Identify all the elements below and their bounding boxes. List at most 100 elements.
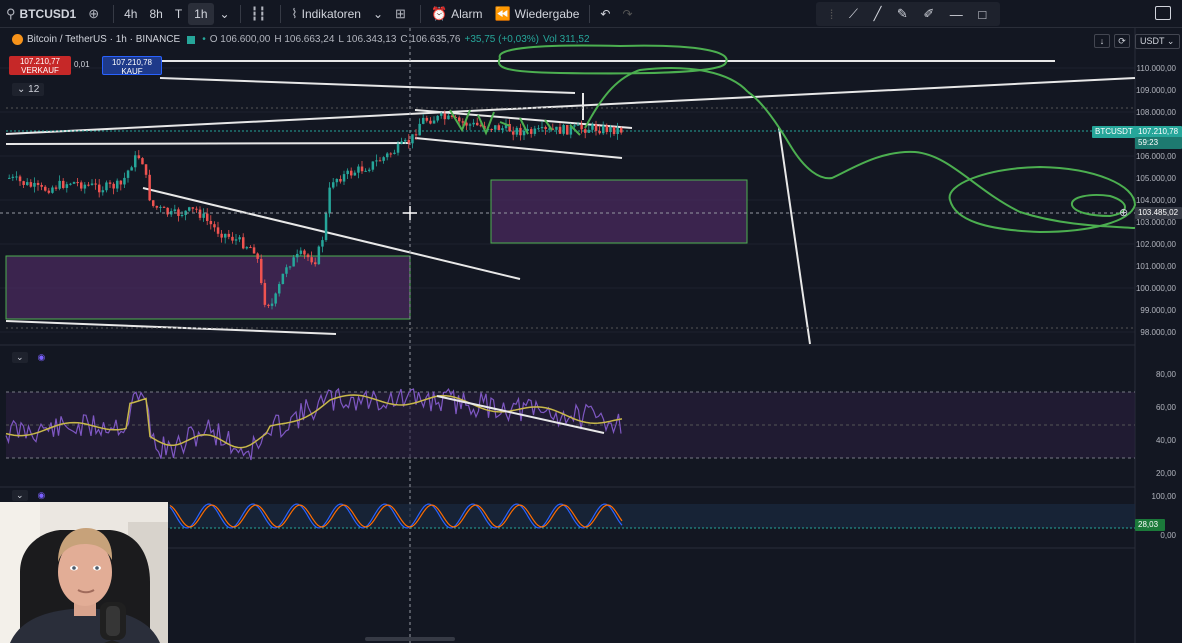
- candle-body: [87, 184, 90, 186]
- candle-body: [562, 125, 565, 134]
- highlighter-tool-icon[interactable]: ✐: [923, 6, 934, 22]
- flag-icon[interactable]: [187, 35, 196, 44]
- replay-button[interactable]: ⏪ Wiedergabe: [488, 0, 585, 28]
- candle-body: [231, 236, 234, 241]
- candle-body: [148, 174, 151, 201]
- interval-4h[interactable]: 4h: [118, 0, 143, 28]
- candle-body: [303, 250, 306, 255]
- indicator-eye-icon[interactable]: ◉: [38, 352, 46, 363]
- candle-body: [245, 247, 249, 249]
- rectangle-tool-icon[interactable]: □: [978, 7, 986, 22]
- candle-body: [191, 207, 195, 209]
- candle-body: [141, 158, 144, 165]
- candle-body: [173, 209, 177, 212]
- buy-price: 107.210,78: [111, 58, 153, 67]
- templates-button[interactable]: ⊞: [389, 0, 416, 28]
- redo-button[interactable]: ↷: [616, 0, 638, 28]
- buy-button[interactable]: 107.210,78 KAUF: [102, 56, 162, 76]
- candle-body: [461, 121, 465, 123]
- price-axis-label: 110.000,00: [1136, 64, 1176, 73]
- chevron-down-icon[interactable]: ⌄: [12, 490, 28, 501]
- price-axis-label: 105.000,00: [1135, 174, 1176, 183]
- candle-body: [386, 153, 389, 158]
- candle-body: [447, 115, 450, 120]
- interval-dropdown[interactable]: ⌄: [214, 0, 236, 28]
- bitcoin-icon: [12, 34, 23, 45]
- candle-body: [188, 207, 191, 211]
- indicators-icon: ⌇: [291, 5, 298, 21]
- interval-1h[interactable]: 1h: [188, 2, 214, 25]
- candle-body: [368, 169, 371, 171]
- compare-button[interactable]: ⊕: [82, 0, 109, 28]
- indicators-button[interactable]: ⌇ Indikatoren: [285, 0, 367, 28]
- legend-title[interactable]: Bitcoin / TetherUS · 1h · BINANCE: [27, 34, 180, 45]
- candle-body: [584, 129, 587, 133]
- alarm-button[interactable]: ⏰ Alarm: [425, 0, 489, 28]
- candle-body: [177, 209, 180, 216]
- candle-body: [512, 131, 515, 135]
- candle-body: [364, 170, 367, 172]
- drag-handle-icon[interactable]: ⁞: [830, 7, 834, 22]
- rsi-pane-controls: ⌄ ◉: [12, 352, 45, 363]
- candle-body: [249, 247, 252, 249]
- candle-body: [22, 181, 25, 185]
- horizontal-support: [5, 142, 411, 145]
- candle-body: [94, 183, 97, 185]
- rewind-icon: ⏪: [494, 5, 511, 21]
- candle-body: [220, 233, 223, 238]
- horizontal-line-tool-icon[interactable]: —: [950, 7, 963, 22]
- symbol-search[interactable]: ⚲ BTCUSD1: [0, 0, 82, 28]
- candle-body: [288, 266, 292, 268]
- legend-open: O 106.600,00: [209, 34, 271, 45]
- chevron-down-icon[interactable]: ⌄: [12, 352, 28, 363]
- legend-high: H 106.663,24: [274, 34, 335, 45]
- candle-body: [76, 182, 79, 184]
- candle-body: [580, 124, 583, 130]
- sell-button[interactable]: 107.210,77 VERKAUF: [9, 56, 71, 75]
- demand-zone-right[interactable]: [490, 179, 748, 244]
- candle-body: [591, 124, 594, 130]
- candle-body: [418, 123, 421, 136]
- candle-body: [90, 183, 94, 185]
- rsi-axis-label: 60,00: [1155, 403, 1176, 412]
- indicator-eye-icon[interactable]: ◉: [38, 490, 46, 501]
- collapse-indicators-button[interactable]: ⌄ 12: [12, 83, 45, 96]
- candle-body: [8, 177, 11, 179]
- indicators-dropdown[interactable]: ⌄: [367, 0, 389, 28]
- chart-type-button[interactable]: ┇┇: [245, 0, 277, 28]
- separator: [419, 4, 421, 23]
- price-axis-label: 109.000,00: [1135, 86, 1176, 95]
- sell-price: 107.210,77: [19, 57, 61, 66]
- candle-body: [44, 186, 47, 191]
- undo-button[interactable]: ↶: [594, 0, 616, 28]
- brush-tool-icon[interactable]: ✎: [897, 6, 908, 22]
- add-alert-icon[interactable]: ⊕: [1119, 207, 1128, 219]
- chart-canvas[interactable]: [0, 28, 1182, 643]
- candle-body: [353, 172, 357, 176]
- time-scrollbar[interactable]: [365, 637, 455, 641]
- candle-body: [54, 187, 58, 189]
- trendline-tool-icon[interactable]: ╱: [874, 6, 882, 22]
- interval-8h[interactable]: 8h: [143, 0, 168, 28]
- add-circle-icon: ⊕: [88, 5, 100, 21]
- candle-body: [252, 247, 256, 254]
- download-button[interactable]: ↓: [1094, 34, 1110, 48]
- price-axis-label: 100.000,00: [1135, 284, 1176, 293]
- chevron-down-icon: ⌄: [372, 6, 384, 21]
- price-axis[interactable]: 110.000,00 109.000,00 108.000,00 106.000…: [1135, 28, 1182, 643]
- interval-day[interactable]: T: [169, 0, 188, 28]
- candle-body: [195, 208, 198, 210]
- candle-body: [576, 124, 580, 126]
- top-toolbar: ⚲ BTCUSD1 ⊕ 4h 8h T 1h ⌄ ┇┇ ⌇ Indikatore…: [0, 0, 1182, 28]
- settings-button[interactable]: ⟳: [1114, 34, 1130, 48]
- fullscreen-icon[interactable]: [1155, 6, 1171, 20]
- live-dot-icon: •: [202, 34, 206, 45]
- demand-zone-left[interactable]: [5, 255, 411, 320]
- path-tool-icon[interactable]: ⟋: [849, 6, 858, 22]
- candle-body: [339, 178, 342, 182]
- candle-body: [544, 126, 547, 130]
- candle-body: [328, 187, 331, 214]
- candle-body: [213, 224, 216, 228]
- sell-label: VERKAUF: [21, 66, 59, 75]
- spread-value: 0,01: [74, 60, 90, 69]
